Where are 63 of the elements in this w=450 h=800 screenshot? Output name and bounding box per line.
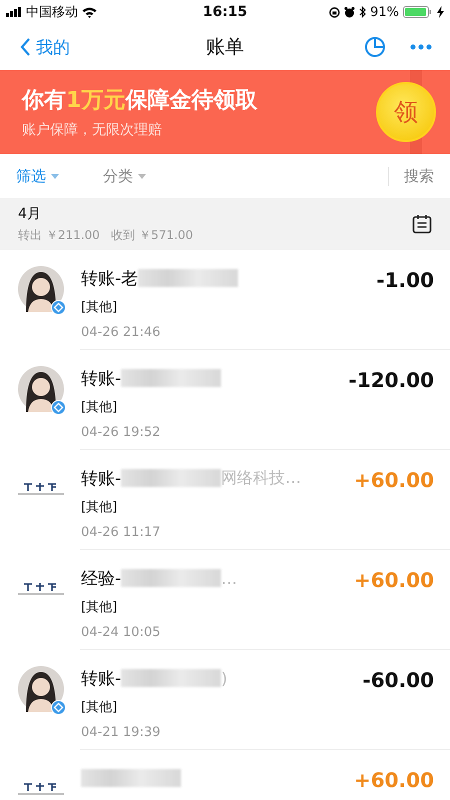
wifi-icon [82,6,97,18]
transaction-row[interactable]: 转账- 网络科技… [其他] 04-26 11:17 +60.00 [0,450,450,550]
person-avatar-icon [18,266,64,312]
transaction-row[interactable]: 经验- … [其他] 04-24 10:05 +60.00 [0,550,450,650]
pie-chart-icon[interactable] [364,36,386,58]
transaction-time: 04-26 19:52 [81,425,162,440]
logo-avatar-icon [18,582,64,596]
filter-tab[interactable]: 分类 [103,166,146,186]
category-label: [其他] [81,699,118,716]
category-label: [其他] [81,299,118,316]
transaction-time: 04-24 10:05 [81,625,162,640]
battery-icon [403,6,434,18]
transaction-row[interactable]: 转账-老 [其他] 04-26 21:46 -1.00 [0,250,450,350]
transaction-amount: +60.00 [354,568,434,592]
calendar-icon[interactable] [412,214,432,234]
transaction-title: 转账- [81,368,122,390]
verified-badge-icon [51,300,66,315]
transaction-title: 经验- [81,568,122,590]
banner-title: 你有1万元保障金待领取 [22,87,258,115]
transaction-title: 转账- [81,668,122,690]
transaction-row[interactable]: 转账- ) [其他] 04-21 19:39 -60.00 [0,650,450,750]
transaction-amount: -120.00 [348,368,434,392]
transaction-amount: -1.00 [376,268,434,292]
verified-badge-icon [51,700,66,715]
filter-tab[interactable]: 筛选 [16,166,59,186]
signal-icon [6,7,22,17]
person-avatar-icon [18,366,64,412]
month-summary: 转出 ￥211.00 收到 ￥571.00 [18,226,194,244]
person-avatar-icon [18,666,64,712]
search-button[interactable]: 搜索 [388,166,434,186]
title-tail: ) [221,668,228,688]
transaction-time: 04-21 19:39 [81,725,162,740]
dropdown-caret-icon [51,174,59,178]
title-tail: … [221,568,238,588]
back-chevron-icon [20,38,31,56]
clock-time: 16:15 [202,4,248,20]
battery-percent: 91% [370,4,400,20]
banner-subtitle: 账户保障，无限次理赔 [22,121,163,139]
carrier-name: 中国移动 [26,4,78,21]
transaction-amount: +60.00 [354,468,434,492]
transaction-row[interactable]: 转账- [其他] 04-26 19:52 -120.00 [0,350,450,450]
category-label: [其他] [81,599,118,616]
category-label: [其他] [81,499,118,516]
transaction-time: 04-26 11:17 [81,525,162,540]
transaction-time: 04-26 21:46 [81,325,162,340]
transaction-title: 转账-老 [81,268,138,290]
back-button[interactable]: 我的 [20,36,70,58]
verified-badge-icon [51,400,66,415]
logo-avatar-icon [18,782,64,796]
charging-icon [437,6,444,18]
promo-banner[interactable]: 你有1万元保障金待领取 账户保障，无限次理赔 领 [0,70,450,154]
category-label: [其他] [81,399,118,416]
transaction-amount: +60.00 [354,768,434,792]
page-title: 账单 [206,35,244,60]
claim-coin-button[interactable]: 领 [376,82,436,142]
transaction-title: 转账- [81,468,122,490]
month-label: 4月 [18,204,42,222]
more-icon[interactable] [410,44,432,50]
transaction-amount: -60.00 [362,668,434,692]
bluetooth-icon [359,6,366,18]
logo-avatar-icon [18,482,64,496]
dropdown-caret-icon [138,174,146,178]
title-tail: 网络科技… [221,468,302,488]
